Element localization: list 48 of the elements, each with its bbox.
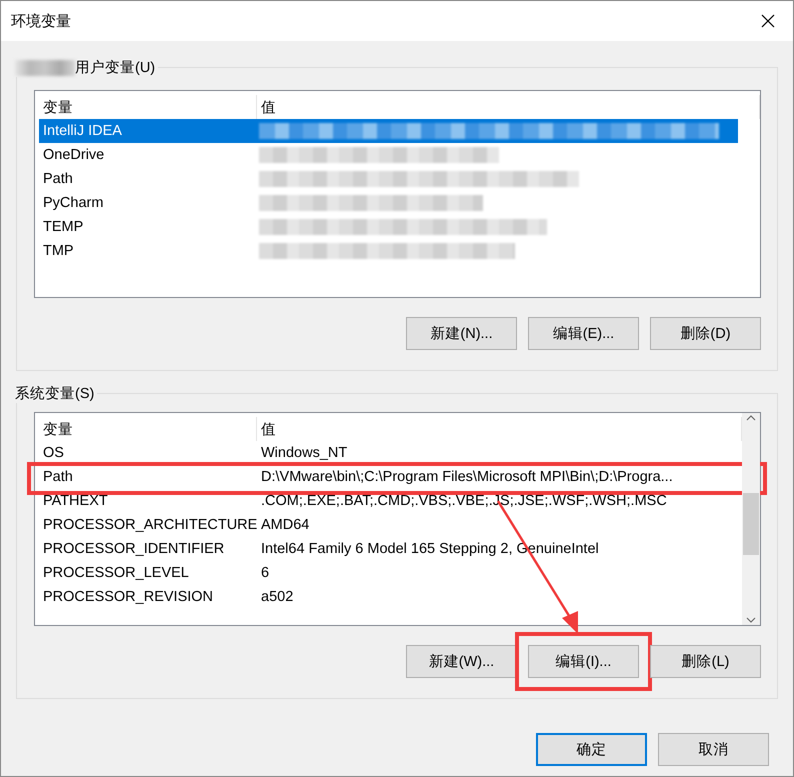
variable-row[interactable]: PROCESSOR_REVISION a502 <box>39 585 742 609</box>
variable-name: PyCharm <box>42 195 104 211</box>
variable-value: AMD64 <box>260 517 310 533</box>
variable-value: a502 <box>260 589 294 605</box>
dialog-button[interactable]: 确定 <box>536 733 647 766</box>
variable-name: IntelliJ IDEA <box>42 123 123 139</box>
variable-row[interactable]: Path D:\VMware\bin\;C:\Program Files\Microsoft MPI\Bin\;D:\Progra... <box>39 465 742 489</box>
variable-row[interactable]: PATHEXT .COM;.EXE;.BAT;.CMD;.VBS;.VBE;.JS;.JSE;.WSF;.WSH;.MSC <box>39 489 742 513</box>
variable-row[interactable]: TEMP <box>39 215 738 239</box>
variable-name: PROCESSOR_IDENTIFIER <box>42 541 226 557</box>
variable-name: PROCESSOR_LEVEL <box>42 565 190 581</box>
variable-row[interactable]: PyCharm <box>39 191 738 215</box>
group-label: 系统变量(S) <box>15 384 94 403</box>
window-title: 环境变量 <box>11 12 71 30</box>
variable-row[interactable]: PROCESSOR_ARCHITECTURE AMD64 <box>39 513 742 537</box>
dialog-button[interactable]: 取消 <box>658 733 769 766</box>
variable-name: PROCESSOR_REVISION <box>42 589 214 605</box>
variable-row[interactable]: PROCESSOR_LEVEL 6 <box>39 561 742 585</box>
variable-row[interactable]: OneDrive <box>39 143 738 167</box>
variable-name: TMP <box>42 243 75 259</box>
variable-name: Path <box>42 469 74 485</box>
dialog-button[interactable]: 新建(W)... <box>406 645 517 678</box>
scroll-up-icon[interactable] <box>746 415 756 421</box>
column-header[interactable]: 变量 <box>39 417 257 441</box>
variable-name: PROCESSOR_ARCHITECTURE <box>42 517 257 533</box>
variable-value: 6 <box>260 565 270 581</box>
scrollbar-thumb[interactable] <box>743 493 759 555</box>
variable-name: TEMP <box>42 219 84 235</box>
variable-row[interactable]: TMP <box>39 239 738 263</box>
dialog-button[interactable]: 删除(L) <box>650 645 761 678</box>
group-label: 用户变量(U) <box>75 58 156 77</box>
dialog-button[interactable]: 删除(D) <box>650 317 761 350</box>
blurred-username <box>15 60 75 76</box>
dialog-button[interactable]: 编辑(I)... <box>528 645 639 678</box>
variable-value: .COM;.EXE;.BAT;.CMD;.VBS;.VBE;.JS;.JSE;.WSF;.WSH;.MSC <box>260 493 668 509</box>
variable-name: PATHEXT <box>42 493 109 509</box>
scroll-down-icon[interactable] <box>746 617 756 623</box>
variable-name: OS <box>42 445 65 461</box>
dialog-button[interactable]: 编辑(E)... <box>528 317 639 350</box>
variable-value: Windows_NT <box>260 445 348 461</box>
dialog-button[interactable]: 新建(N)... <box>406 317 517 350</box>
variable-row[interactable]: IntelliJ IDEA <box>39 119 738 143</box>
variable-name: OneDrive <box>42 147 106 163</box>
variable-row[interactable]: Path <box>39 167 738 191</box>
close-icon <box>761 14 775 28</box>
variable-value: D:\VMware\bin\;C:\Program Files\Microsoft MPI\Bin\;D:\Progra... <box>260 469 674 485</box>
variable-name: Path <box>42 171 74 187</box>
variable-row[interactable]: OS Windows_NT <box>39 441 742 465</box>
